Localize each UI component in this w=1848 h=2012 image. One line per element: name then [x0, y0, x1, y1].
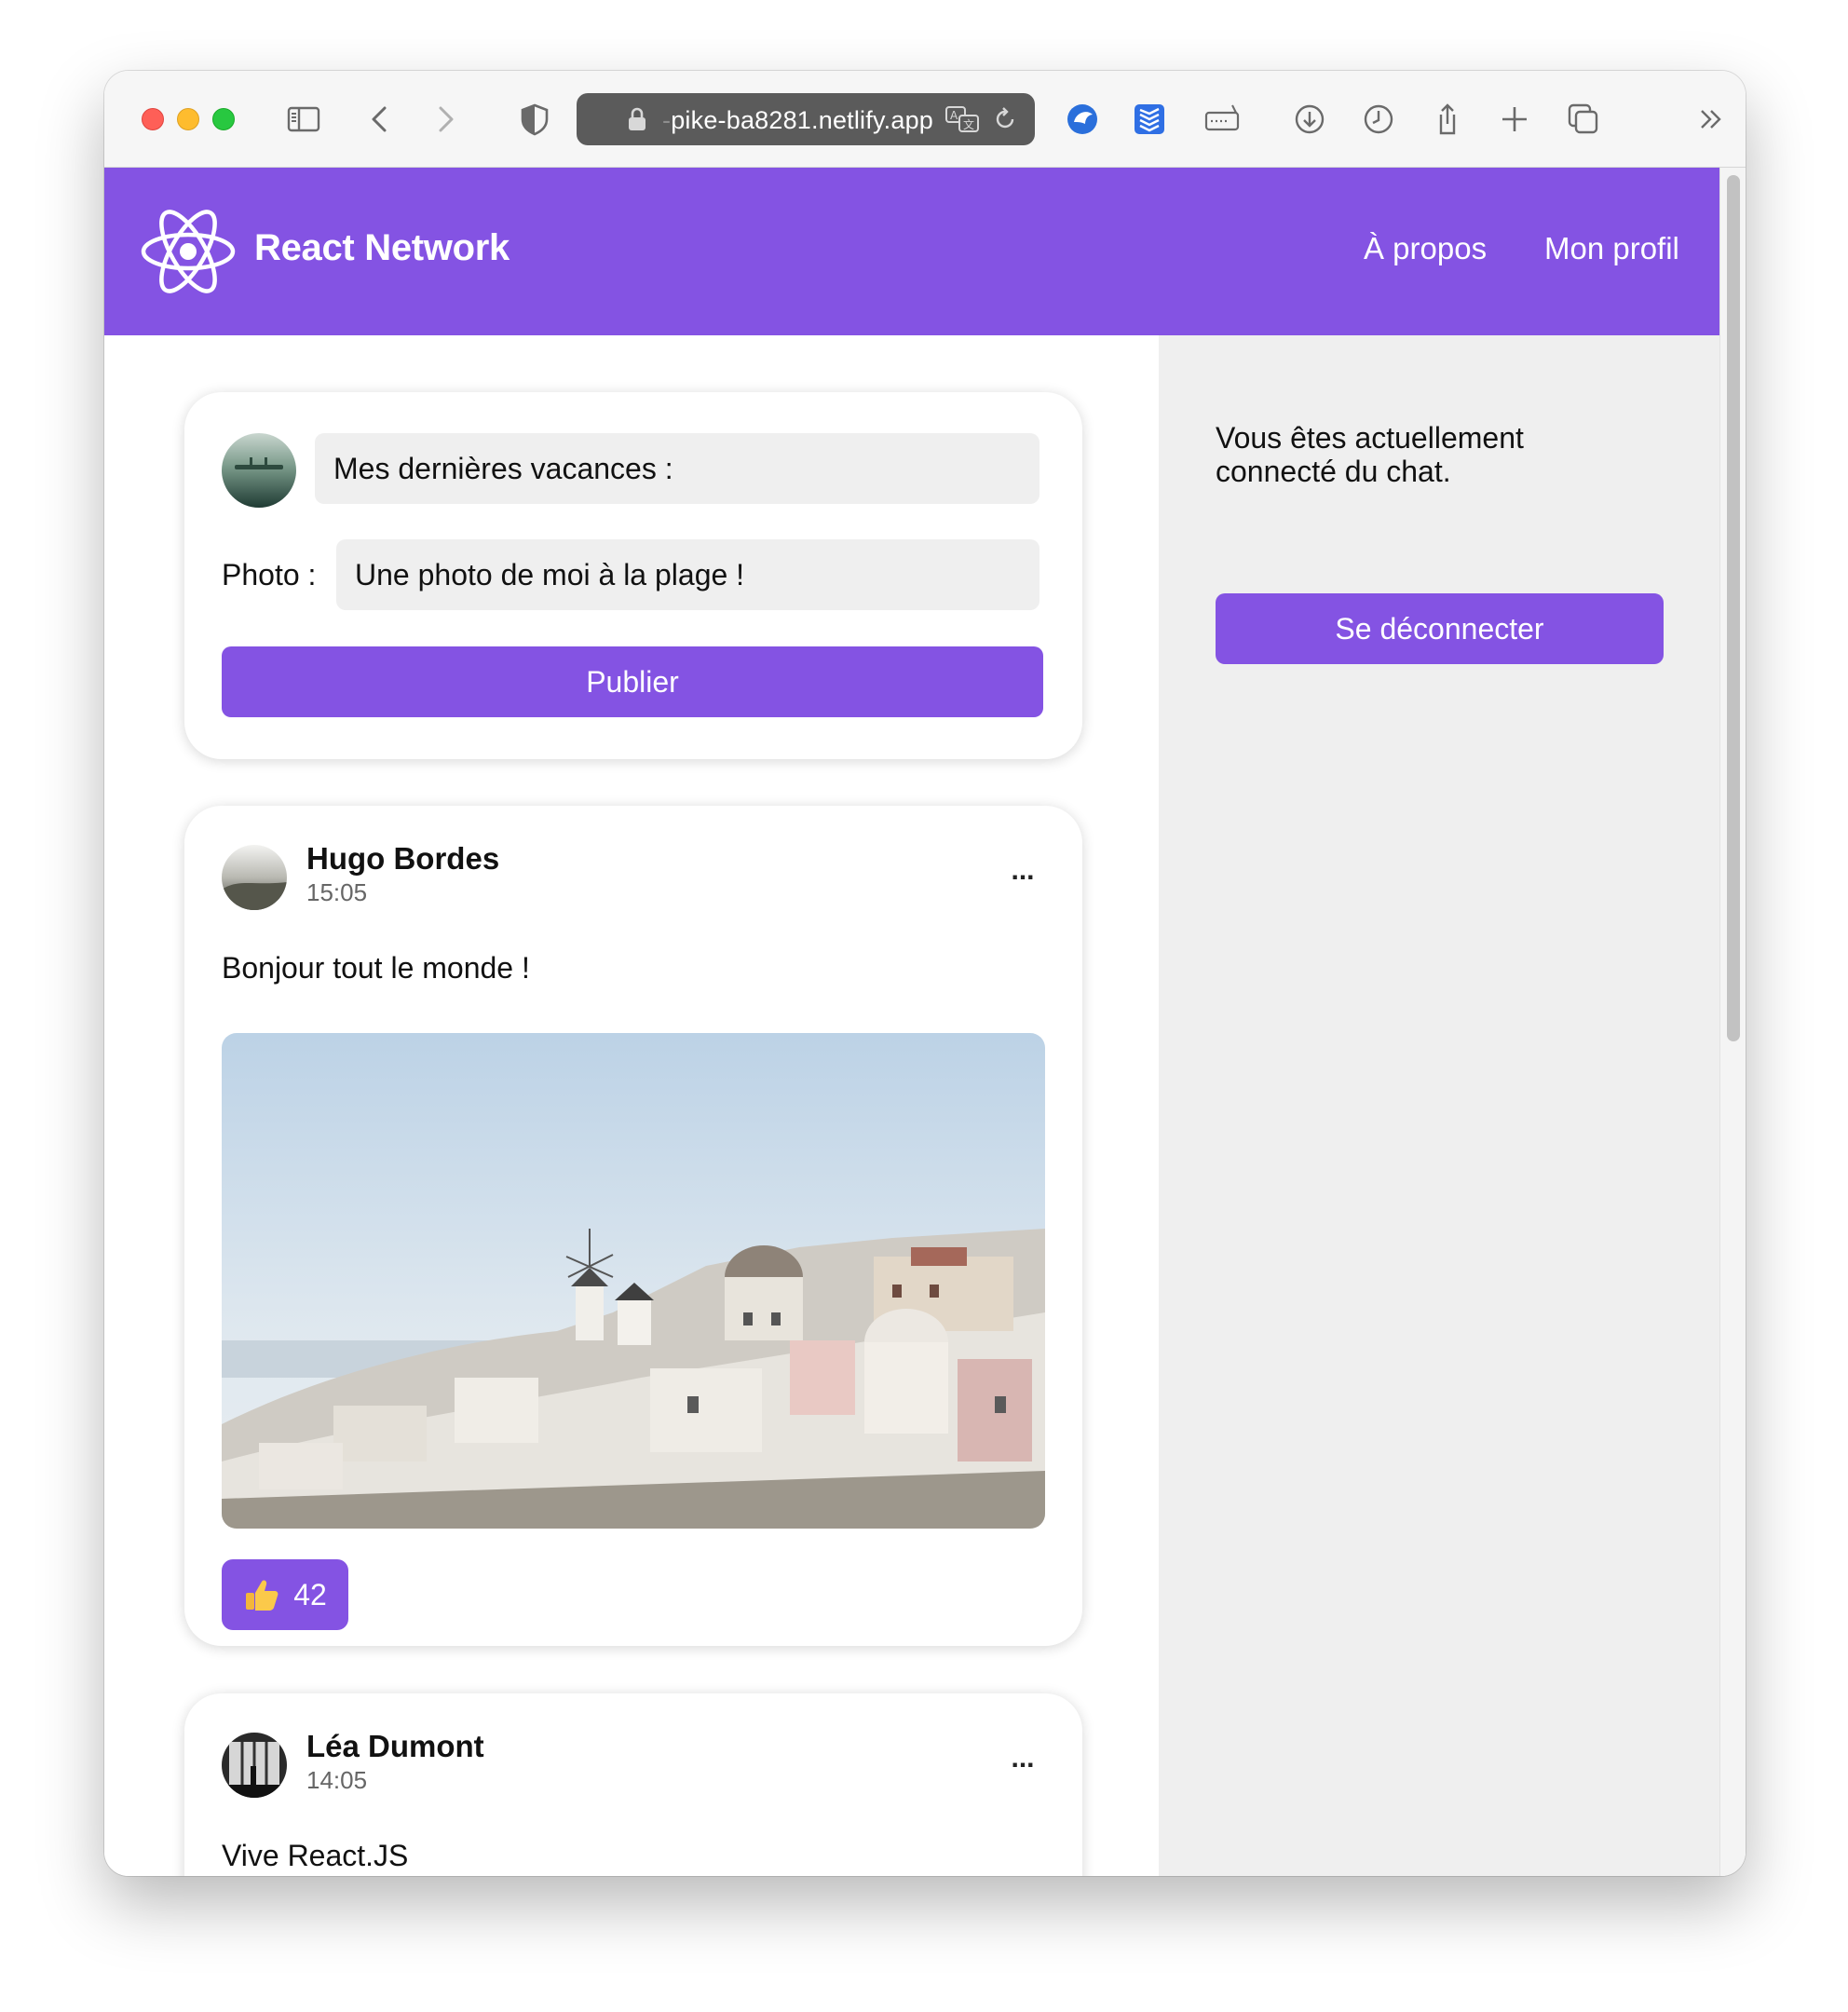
like-count: 42 — [293, 1577, 327, 1611]
author-avatar[interactable] — [222, 1733, 287, 1798]
overflow-icon[interactable] — [1690, 97, 1734, 142]
brand-name[interactable]: React Network — [254, 227, 510, 269]
post-title-input[interactable] — [315, 433, 1040, 504]
react-logo-icon[interactable] — [140, 209, 237, 294]
post-options-button[interactable]: ... — [1002, 1745, 1043, 1777]
back-icon[interactable] — [358, 97, 402, 142]
history-icon[interactable] — [1356, 97, 1401, 142]
zoom-window-button[interactable] — [212, 108, 235, 130]
reload-icon[interactable] — [992, 106, 1018, 132]
share-icon[interactable] — [1425, 97, 1470, 142]
forward-icon[interactable] — [423, 97, 468, 142]
new-tab-icon[interactable] — [1492, 97, 1537, 142]
translate-icon[interactable]: A文 — [944, 104, 980, 134]
photo-description-input[interactable] — [336, 539, 1040, 610]
like-button[interactable]: 42 — [222, 1559, 348, 1630]
chat-sidebar — [1159, 335, 1719, 1876]
tabs-icon[interactable] — [1561, 97, 1606, 142]
page: React Network À propos Mon profil Vous ê… — [104, 168, 1746, 1876]
minimize-window-button[interactable] — [177, 108, 199, 130]
thumbs-up-icon — [246, 1580, 279, 1611]
svg-text:文: 文 — [963, 117, 974, 131]
photo-label: Photo : — [222, 558, 317, 591]
post-options-button[interactable]: ... — [1002, 857, 1043, 890]
publish-button[interactable]: Publier — [222, 646, 1043, 717]
shield-icon[interactable] — [512, 97, 557, 142]
post-composer: Photo : Publier — [184, 392, 1082, 759]
post-text: Bonjour tout le monde ! — [222, 951, 530, 985]
post-card: Hugo Bordes 15:05 ... Bonjour tout le mo… — [184, 806, 1082, 1646]
browser-toolbar: -pike-ba8281.netlify.app A文 — [104, 71, 1746, 168]
post-image — [222, 1033, 1045, 1529]
lock-icon — [629, 107, 645, 130]
close-window-button[interactable] — [142, 108, 164, 130]
post-card: Léa Dumont 14:05 ... Vive React.JS — [184, 1693, 1082, 1876]
nav-link-profile[interactable]: Mon profil — [1544, 231, 1679, 266]
nav-link-about[interactable]: À propos — [1364, 231, 1487, 266]
post-time: 15:05 — [306, 878, 368, 906]
sidebar-icon[interactable] — [281, 97, 326, 142]
stack-icon[interactable] — [1127, 97, 1172, 142]
page-scrollbar[interactable] — [1719, 168, 1746, 1876]
extension-icon[interactable] — [1060, 97, 1105, 142]
author-avatar[interactable] — [222, 845, 287, 910]
logout-button[interactable]: Se déconnecter — [1216, 593, 1664, 664]
current-user-avatar — [222, 433, 296, 508]
post-author[interactable]: Hugo Bordes — [306, 841, 499, 877]
post-time: 14:05 — [306, 1766, 368, 1794]
svg-text:A: A — [950, 109, 958, 122]
post-text: Vive React.JS — [222, 1839, 409, 1872]
site-header: React Network À propos Mon profil — [104, 168, 1719, 335]
keyboard-icon[interactable] — [1200, 97, 1244, 142]
address-bar[interactable]: -pike-ba8281.netlify.app A文 — [577, 93, 1035, 145]
download-icon[interactable] — [1287, 97, 1332, 142]
url-text: -pike-ba8281.netlify.app — [662, 106, 934, 134]
post-author[interactable]: Léa Dumont — [306, 1729, 484, 1764]
browser-window: -pike-ba8281.netlify.app A文 React Networ… — [104, 71, 1746, 1876]
chat-status-text: Vous êtes actuellement connecté du chat. — [1216, 421, 1524, 488]
scrollbar-thumb[interactable] — [1727, 175, 1740, 1041]
